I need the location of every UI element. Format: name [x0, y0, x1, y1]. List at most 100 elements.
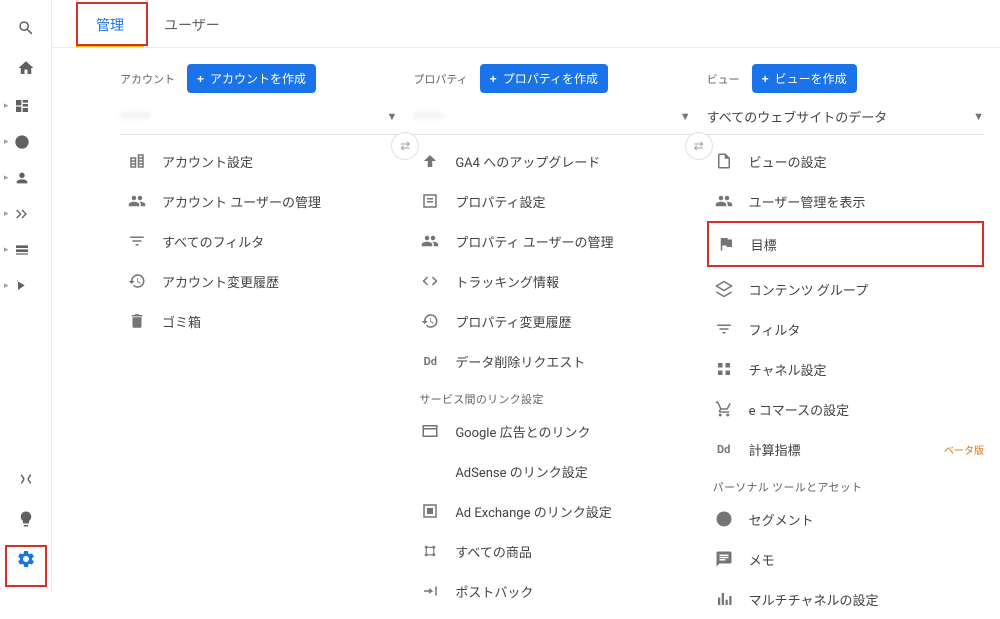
menu-item-label: チャネル設定	[749, 360, 984, 379]
channel-icon	[713, 358, 735, 380]
building-icon	[126, 150, 148, 172]
menu-item-label: GA4 へのアップグレード	[455, 152, 690, 171]
menu-item-label: データ削除リクエスト	[455, 352, 690, 371]
column-account: アカウント アカウントを作成 ——— ▼ アカウント設定アカウント ユーザーの管…	[112, 64, 405, 619]
memo-icon	[713, 548, 735, 570]
menu-item[interactable]: Google 広告とのリンク	[413, 411, 690, 451]
doc-icon	[713, 150, 735, 172]
chevron-down-icon: ▼	[973, 110, 984, 123]
menu-item[interactable]: GA4 へのアップグレード	[413, 141, 690, 181]
menu-item[interactable]: プロパティ設定	[413, 181, 690, 221]
property-link-section: サービス間のリンク設定	[413, 381, 690, 411]
people-icon	[419, 230, 441, 252]
code-icon	[419, 270, 441, 292]
column-property: ⇄ プロパティ プロパティを作成 ——— ▼ GA4 へのアップグレードプロパテ…	[405, 64, 698, 619]
menu-item-label: e コマースの設定	[749, 400, 984, 419]
menu-item[interactable]: アカウント設定	[120, 141, 397, 181]
sidebar-item-realtime[interactable]	[0, 124, 51, 160]
trash-icon	[126, 310, 148, 332]
search-icon[interactable]	[8, 10, 44, 46]
sidebar-item-conversions[interactable]	[0, 268, 51, 304]
menu-item[interactable]: プロパティ ユーザーの管理	[413, 221, 690, 261]
menu-item[interactable]: コンテンツ グループ	[707, 269, 984, 309]
menu-item[interactable]: トラッキング情報	[413, 261, 690, 301]
cart-icon	[713, 398, 735, 420]
menu-item[interactable]: メモ	[707, 539, 984, 579]
history-icon	[419, 310, 441, 332]
account-selected: ———	[120, 109, 150, 124]
admin-gear-icon[interactable]	[8, 541, 44, 577]
menu-item[interactable]: e コマースの設定	[707, 389, 984, 429]
menu-item[interactable]: すべてのフィルタ	[120, 221, 397, 261]
menu-item[interactable]: マルチチャネルの設定	[707, 579, 984, 619]
create-property-button[interactable]: プロパティを作成	[480, 64, 608, 93]
sidebar-item-behavior[interactable]	[0, 232, 51, 268]
sidebar-item-audience[interactable]	[0, 160, 51, 196]
menu-item[interactable]: Ad Exchange のリンク設定	[413, 491, 690, 531]
sidebar-item-customization[interactable]	[0, 88, 51, 124]
menu-item[interactable]: ビューの設定	[707, 141, 984, 181]
view-personal-section: パーソナル ツールとアセット	[707, 469, 984, 499]
menu-item-label: Ad Exchange のリンク設定	[455, 502, 690, 521]
account-title: アカウント	[120, 71, 175, 87]
attribution-icon[interactable]	[8, 461, 44, 497]
menu-item[interactable]: フィルタ	[707, 309, 984, 349]
menu-item-label: ポストバック	[455, 582, 690, 601]
segment-icon	[713, 508, 735, 530]
settings-box-icon	[419, 190, 441, 212]
tab-user[interactable]: ユーザー	[144, 15, 240, 47]
upgrade-icon	[419, 150, 441, 172]
menu-item[interactable]: アカウント ユーザーの管理	[120, 181, 397, 221]
view-title: ビュー	[707, 71, 740, 87]
tab-admin[interactable]: 管理	[76, 15, 144, 47]
people-icon	[713, 190, 735, 212]
multichannel-icon	[713, 588, 735, 610]
menu-item-label: アカウント設定	[162, 152, 397, 171]
menu-item-label: マルチチャネルの設定	[749, 590, 984, 609]
menu-item[interactable]: AdSense のリンク設定	[413, 451, 690, 491]
create-account-button[interactable]: アカウントを作成	[187, 64, 316, 93]
history-icon	[126, 270, 148, 292]
menu-item[interactable]: ゴミ箱	[120, 301, 397, 341]
products-icon	[419, 540, 441, 562]
menu-item-label: フィルタ	[749, 320, 984, 339]
menu-item[interactable]: プロパティ変更履歴	[413, 301, 690, 341]
home-icon[interactable]	[8, 50, 44, 86]
menu-item[interactable]: ポストバック	[413, 571, 690, 611]
adx-icon	[419, 500, 441, 522]
menu-item-label: コンテンツ グループ	[749, 280, 984, 299]
menu-item[interactable]: アカウント変更履歴	[120, 261, 397, 301]
dd-icon: Dd	[419, 350, 441, 372]
menu-item-label: AdSense のリンク設定	[455, 462, 690, 481]
menu-item-label: すべてのフィルタ	[162, 232, 397, 251]
filter-icon	[126, 230, 148, 252]
menu-item[interactable]: Dd計算指標ベータ版	[707, 429, 984, 469]
property-selected: ———	[413, 109, 443, 124]
sidebar-item-acquisition[interactable]	[0, 196, 51, 232]
create-view-button[interactable]: ビューを作成	[752, 64, 857, 93]
dd-icon: Dd	[713, 438, 735, 460]
menu-item[interactable]: セグメント	[707, 499, 984, 539]
menu-item-label: 計算指標	[749, 440, 926, 459]
goal-label: 目標	[751, 235, 982, 254]
menu-item[interactable]: ユーザー管理を表示	[707, 181, 984, 221]
account-selector[interactable]: ——— ▼	[120, 99, 397, 135]
view-selector[interactable]: すべてのウェブサイトのデータ ▼	[707, 99, 984, 135]
column-divider-icon[interactable]: ⇄	[685, 132, 713, 160]
menu-item-label: すべての商品	[455, 542, 690, 561]
menu-item-label: メモ	[749, 550, 984, 569]
goal-highlight-box: 目標	[707, 221, 984, 267]
menu-item-label: アカウント変更履歴	[162, 272, 397, 291]
filter-icon	[713, 318, 735, 340]
postback-icon	[419, 580, 441, 602]
property-selector[interactable]: ——— ▼	[413, 99, 690, 135]
people-icon	[126, 190, 148, 212]
menu-item[interactable]: チャネル設定	[707, 349, 984, 389]
menu-item-label: ユーザー管理を表示	[749, 192, 984, 211]
menu-item-label: セグメント	[749, 510, 984, 529]
menu-item-goals[interactable]: 目標	[709, 223, 982, 265]
menu-item[interactable]: すべての商品	[413, 531, 690, 571]
menu-item[interactable]: Dd データ削除リクエスト	[413, 341, 690, 381]
chevron-down-icon: ▼	[680, 110, 691, 123]
discover-icon[interactable]	[8, 501, 44, 537]
